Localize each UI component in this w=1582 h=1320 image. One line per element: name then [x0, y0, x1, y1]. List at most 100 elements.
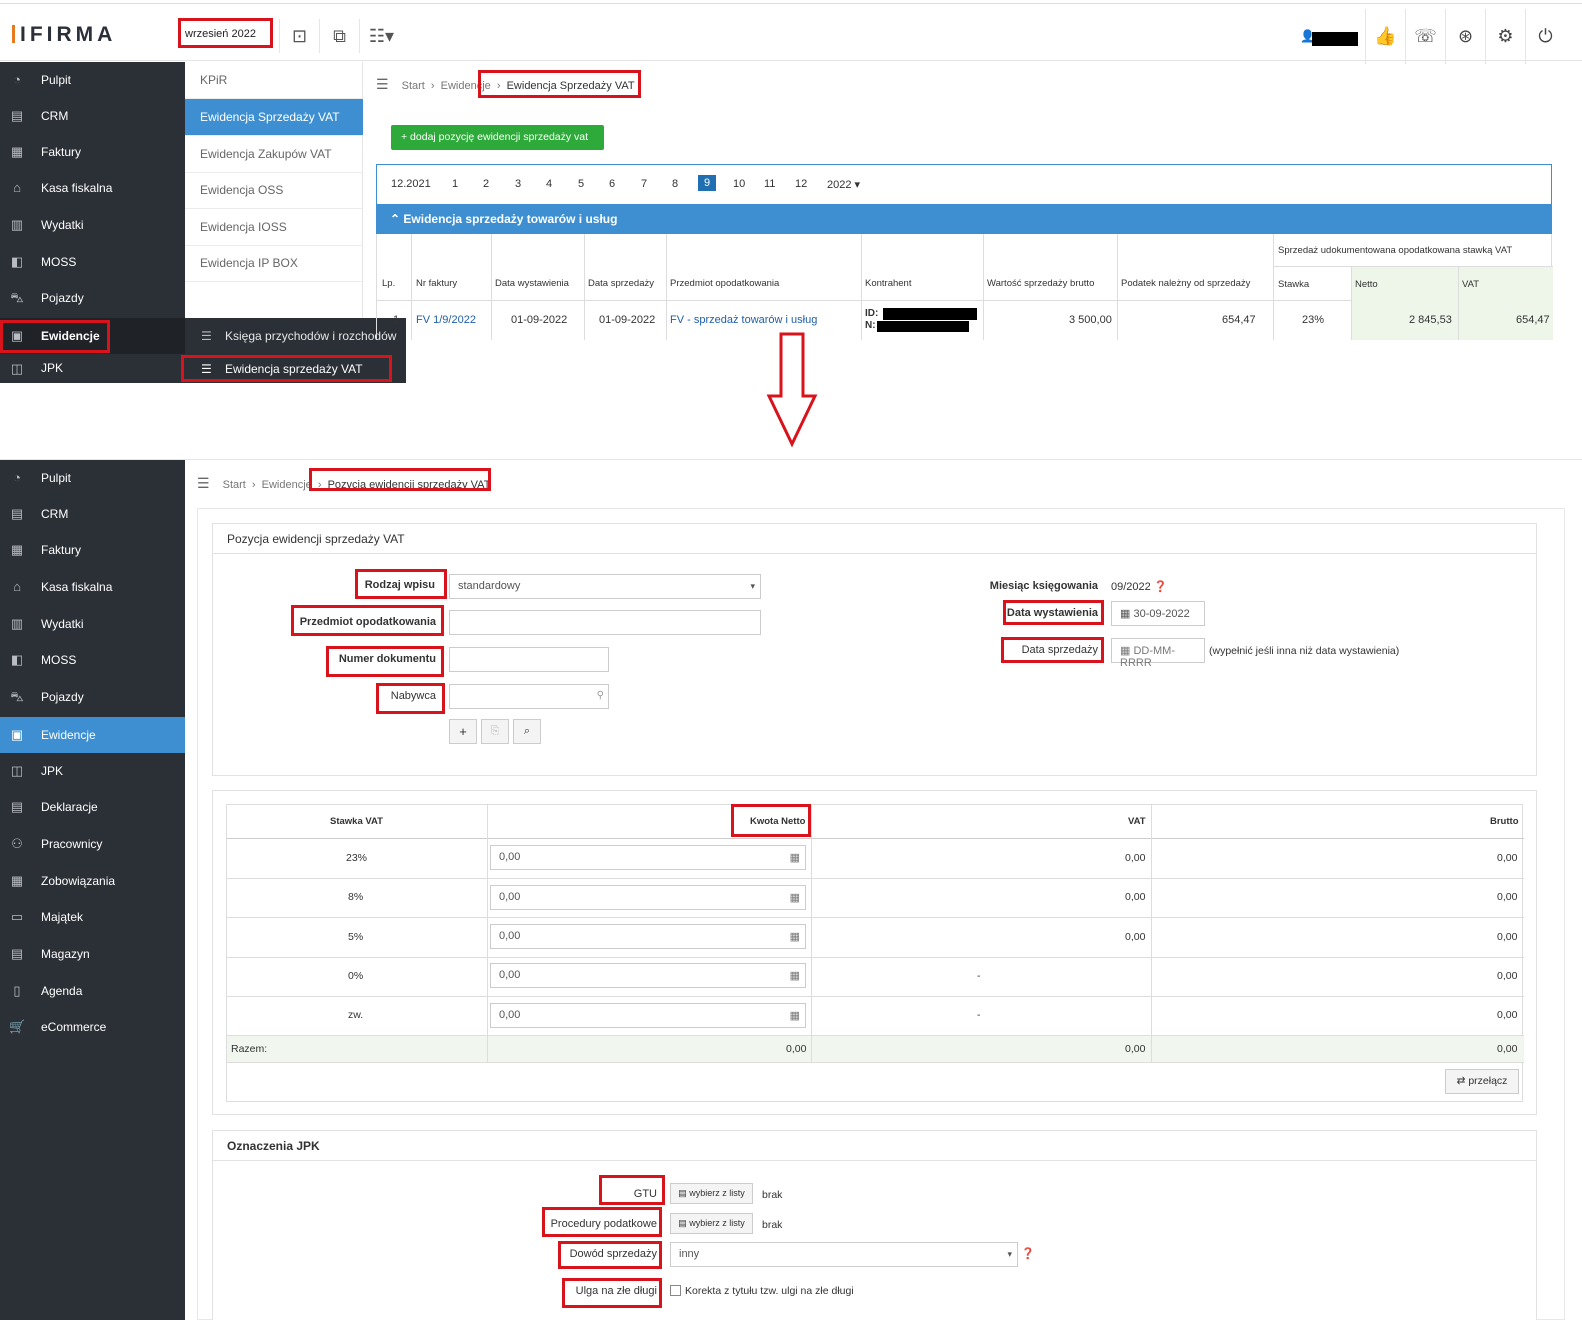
sidebar-item-faktury[interactable]: ▦ Faktury	[0, 532, 185, 568]
sidebar-item-jpk[interactable]: ◫ JPK	[0, 354, 185, 383]
przedmiot-link[interactable]: FV - sprzedaż towarów i usług	[670, 314, 817, 326]
sidebar-item-deklaracje[interactable]: ▤ Deklaracje	[0, 789, 185, 825]
netto-input[interactable]: 0,00 ▦	[490, 1003, 806, 1028]
month-picker[interactable]: wrzesień 2022	[185, 28, 256, 40]
sidebar-item-crm[interactable]: ▤ CRM	[0, 98, 185, 134]
calculator-icon[interactable]: ▦	[790, 930, 800, 943]
sidebar-item-majatek[interactable]: ▭ Majątek	[0, 899, 185, 935]
procedury-choose-button[interactable]: ▤ wybierz z listy	[670, 1213, 753, 1234]
search-buyer-button[interactable]: ⌕	[513, 719, 541, 744]
sidebar-item-crm[interactable]: ▤ CRM	[0, 496, 185, 532]
numer-input[interactable]	[449, 647, 609, 672]
sidebar-item-wydatki[interactable]: ▥ Wydatki	[0, 606, 185, 642]
help-lifebuoy-icon[interactable]: ⊛	[1445, 9, 1485, 64]
document-icon[interactable]: ⊡	[279, 19, 319, 53]
list-dropdown-icon[interactable]: ☷▾	[359, 19, 403, 53]
rodzaj-select[interactable]: standardowy ▾	[449, 574, 761, 599]
month-2[interactable]: 2	[483, 178, 489, 190]
month-11[interactable]: 11	[764, 178, 775, 190]
sidebar-item-kasa[interactable]: ⌂ Kasa fiskalna	[0, 569, 185, 605]
hamburger-icon[interactable]: ☰	[376, 76, 389, 92]
sidebar-item-kasa[interactable]: ⌂ Kasa fiskalna	[0, 170, 185, 206]
phone-icon[interactable]: ☏	[1405, 9, 1445, 64]
breadcrumb-start[interactable]: Start	[223, 479, 246, 491]
submenu-kpir[interactable]: KPiR	[185, 62, 363, 99]
netto-input[interactable]: 0,00 ▦	[490, 845, 806, 870]
procedury-value: brak	[762, 1219, 783, 1231]
month-9-active[interactable]: 9	[698, 175, 717, 191]
hamburger-icon[interactable]: ☰	[197, 475, 210, 491]
dowod-select[interactable]: inny ▾	[670, 1242, 1018, 1267]
sidebar-item-magazyn[interactable]: ▤ Magazyn	[0, 936, 185, 972]
submenu-ewidencja-ipbox[interactable]: Ewidencja IP BOX	[185, 245, 363, 282]
month-10[interactable]: 10	[733, 178, 745, 190]
help-icon[interactable]: ❓	[1154, 581, 1168, 593]
add-document-icon[interactable]: ⧉	[319, 19, 359, 53]
breadcrumb-ewidencje[interactable]: Ewidencje	[441, 80, 491, 92]
month-7[interactable]: 7	[641, 178, 647, 190]
sidebar-item-moss[interactable]: ◧ MOSS	[0, 642, 185, 678]
checkbox-box[interactable]	[670, 1285, 681, 1296]
add-sales-record-button[interactable]: + dodaj pozycję ewidencji sprzedaży vat	[391, 125, 604, 150]
calculator-icon[interactable]: ▦	[790, 851, 800, 864]
sidebar-item-faktury[interactable]: ▦ Faktury	[0, 134, 185, 170]
copy-buyer-button[interactable]: ⎘	[481, 719, 509, 744]
ifirma-logo[interactable]: IFIRMA	[12, 23, 116, 47]
sidebar-item-moss[interactable]: ◧ MOSS	[0, 244, 185, 280]
ulga-checkbox[interactable]: Korekta z tytułu tzw. ulgi na złe długi	[670, 1285, 854, 1297]
sidebar-item-pojazdy[interactable]: ⛍ Pojazdy	[0, 280, 185, 316]
gear-icon[interactable]: ⚙	[1485, 9, 1525, 64]
month-5[interactable]: 5	[578, 178, 584, 190]
section-header[interactable]: ⌃ Ewidencja sprzedaży towarów i usług	[376, 204, 1552, 234]
sidebar-item-pojazdy[interactable]: ⛍ Pojazdy	[0, 679, 185, 715]
netto-input[interactable]: 0,00 ▦	[490, 924, 806, 949]
sidebar-item-pulpit[interactable]: ◔ Pulpit	[0, 62, 185, 98]
sidebar-item-zobowiazania[interactable]: ▦ Zobowiązania	[0, 863, 185, 899]
sidebar-item-ewidencje[interactable]: ▣ Ewidencje	[0, 717, 185, 753]
netto-input[interactable]: 0,00 ▦	[490, 963, 806, 988]
breadcrumb-start[interactable]: Start	[402, 80, 425, 92]
breadcrumb-ewidencje[interactable]: Ewidencje	[262, 479, 312, 491]
submenu-ewidencja-ioss[interactable]: Ewidencja IOSS	[185, 209, 363, 246]
add-buyer-button[interactable]: +	[449, 719, 477, 744]
calculator-icon[interactable]: ▦	[790, 1009, 800, 1022]
przedmiot-input[interactable]	[449, 610, 761, 635]
power-icon[interactable]: ⏻	[1525, 9, 1565, 64]
sidebar-item-agenda[interactable]: ▯ Agenda	[0, 973, 185, 1009]
flyout-ewidencja-sprzedazy-vat[interactable]: ☰ Ewidencja sprzedaży VAT	[185, 353, 406, 385]
gtu-choose-button[interactable]: ▤ wybierz z listy	[670, 1183, 753, 1204]
year-dropdown[interactable]: 2022 ▾	[827, 178, 860, 191]
month-8[interactable]: 8	[672, 178, 678, 190]
calculator-icon[interactable]: ▦	[790, 891, 800, 904]
submenu-ewidencja-oss[interactable]: Ewidencja OSS	[185, 172, 363, 209]
month-12[interactable]: 12	[795, 178, 807, 190]
month-3[interactable]: 3	[515, 178, 521, 190]
data-sprzedazy-label: Data sprzedaży	[1021, 644, 1098, 656]
sidebar-item-wydatki[interactable]: ▥ Wydatki	[0, 207, 185, 243]
toggle-button[interactable]: ⇄ przełącz	[1445, 1069, 1519, 1094]
help-icon[interactable]: ❓	[1021, 1247, 1035, 1260]
gtu-label: GTU	[633, 1188, 657, 1200]
flyout-kpir[interactable]: ☰ Księga przychodów i rozchodów	[185, 320, 406, 352]
month-1[interactable]: 1	[452, 178, 458, 190]
submenu-ewidencja-sprzedazy-vat[interactable]: Ewidencja Sprzedaży VAT	[185, 99, 363, 136]
month-4[interactable]: 4	[546, 178, 552, 190]
netto-input[interactable]: 0,00 ▦	[490, 885, 806, 910]
header-brutto: Brutto	[1490, 816, 1519, 827]
invoice-link[interactable]: FV 1/9/2022	[416, 314, 476, 326]
down-arrow-annotation	[766, 332, 818, 448]
thumbs-up-icon[interactable]: 👍	[1365, 9, 1405, 64]
month-prev-year[interactable]: 12.2021	[391, 178, 431, 190]
data-sprzedazy-input[interactable]: ▦ DD-MM-RRRR	[1111, 638, 1205, 669]
month-6[interactable]: 6	[609, 178, 615, 190]
nabywca-input[interactable]: ⚲	[449, 684, 609, 709]
sidebar-item-ecommerce[interactable]: 🛒 eCommerce	[0, 1009, 185, 1045]
sidebar-item-pulpit[interactable]: ◔ Pulpit	[0, 460, 185, 496]
sidebar-item-jpk[interactable]: ◫ JPK	[0, 753, 185, 789]
submenu-ewidencja-zakupow-vat[interactable]: Ewidencja Zakupów VAT	[185, 136, 363, 173]
ulga-label: Ulga na złe długi	[575, 1285, 657, 1297]
calculator-icon[interactable]: ▦	[790, 969, 800, 982]
sidebar-item-ewidencje[interactable]: ▣ Ewidencje	[0, 318, 185, 354]
sidebar-item-pracownicy[interactable]: ⚇ Pracownicy	[0, 826, 185, 862]
data-wystawienia-input[interactable]: ▦ 30-09-2022	[1111, 601, 1205, 626]
